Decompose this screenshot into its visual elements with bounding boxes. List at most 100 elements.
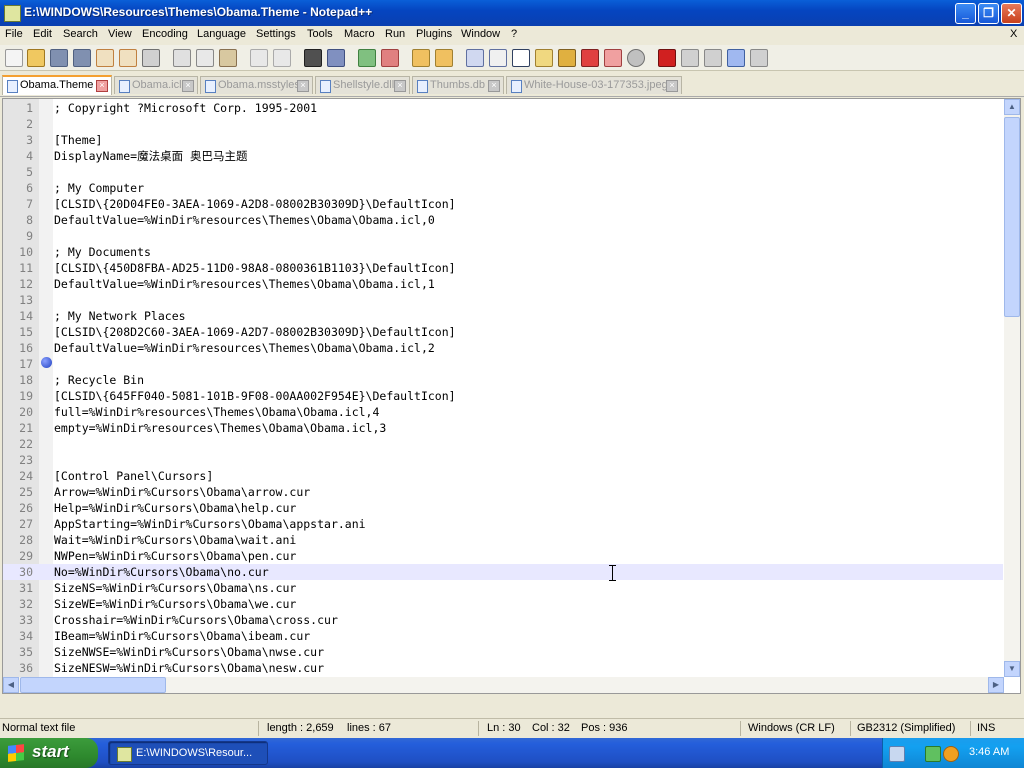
bookmark-icon[interactable]	[41, 357, 52, 368]
tab-obama-msstyles[interactable]: Obama.msstyles ×	[200, 76, 313, 94]
line-text[interactable]: DefaultValue=%WinDir%resources\Themes\Ob…	[54, 340, 435, 356]
line-text[interactable]: DisplayName=魔法桌面 奥巴马主题	[54, 148, 248, 164]
tab-close-icon[interactable]: ×	[182, 80, 194, 92]
new-file-icon[interactable]	[5, 49, 23, 67]
line-text[interactable]: ; My Computer	[54, 180, 144, 196]
editor-line[interactable]: 22	[3, 436, 1003, 452]
line-text[interactable]: [Control Panel\Cursors]	[54, 468, 213, 484]
tab-close-icon[interactable]: ×	[96, 80, 108, 92]
network-icon[interactable]	[925, 746, 941, 762]
horizontal-scroll-thumb[interactable]	[20, 677, 166, 693]
tab-obama-icl[interactable]: Obama.icl ×	[114, 76, 198, 94]
editor-line[interactable]: 10 ; My Documents	[3, 244, 1003, 260]
editor-line[interactable]: 11 [CLSID\{450D8FBA-AD25-11D0-98A8-080036…	[3, 260, 1003, 276]
save-icon[interactable]	[50, 49, 68, 67]
close-all-icon[interactable]	[119, 49, 137, 67]
scroll-left-button[interactable]: ◀	[3, 677, 19, 693]
editor-line[interactable]: 3 [Theme]	[3, 132, 1003, 148]
line-text[interactable]: DefaultValue=%WinDir%resources\Themes\Ob…	[54, 276, 435, 292]
sync-horizontal-icon[interactable]	[435, 49, 453, 67]
editor-lines[interactable]: 1 ; Copyright ?Microsoft Corp. 1995-2001 2…	[3, 100, 1003, 692]
line-text[interactable]: DefaultValue=%WinDir%resources\Themes\Ob…	[54, 212, 435, 228]
editor-line[interactable]: 7 [CLSID\{20D04FE0-3AEA-1069-A2D8-08002B3…	[3, 196, 1003, 212]
redo-icon[interactable]	[273, 49, 291, 67]
tab-close-icon[interactable]: ×	[488, 80, 500, 92]
editor-line[interactable]: 15 [CLSID\{208D2C60-3AEA-1069-A2D7-08002B…	[3, 324, 1003, 340]
menu-edit[interactable]: Edit	[33, 28, 52, 40]
keyboard-icon[interactable]	[889, 746, 905, 762]
editor-line[interactable]: 27 AppStarting=%WinDir%Cursors\Obama\apps…	[3, 516, 1003, 532]
open-file-icon[interactable]	[27, 49, 45, 67]
editor-line[interactable]: 8 DefaultValue=%WinDir%resources\Themes\O…	[3, 212, 1003, 228]
editor-line[interactable]: 14 ; My Network Places	[3, 308, 1003, 324]
language-xml-icon[interactable]	[558, 49, 576, 67]
editor-line[interactable]: 17	[3, 356, 1003, 372]
editor-line[interactable]: 36 SizeNESW=%WinDir%Cursors\Obama\nesw.cu…	[3, 660, 1003, 676]
editor-line[interactable]: 26 Help=%WinDir%Cursors\Obama\help.cur	[3, 500, 1003, 516]
editor-line[interactable]: 28 Wait=%WinDir%Cursors\Obama\wait.ani	[3, 532, 1003, 548]
status-encoding[interactable]: GB2312 (Simplified)	[857, 722, 955, 734]
editor-line[interactable]: 13	[3, 292, 1003, 308]
vertical-scrollbar[interactable]: ▲ ▼	[1004, 99, 1020, 677]
paste-icon[interactable]	[219, 49, 237, 67]
line-text[interactable]: ; Recycle Bin	[54, 372, 144, 388]
line-text[interactable]: Wait=%WinDir%Cursors\Obama\wait.ani	[54, 532, 296, 548]
line-text[interactable]: IBeam=%WinDir%Cursors\Obama\ibeam.cur	[54, 628, 310, 644]
sync-vertical-icon[interactable]	[412, 49, 430, 67]
menu-encoding[interactable]: Encoding	[142, 28, 188, 40]
line-text[interactable]: [CLSID\{208D2C60-3AEA-1069-A2D7-08002B30…	[54, 324, 456, 340]
line-text[interactable]: empty=%WinDir%resources\Themes\Obama\Oba…	[54, 420, 386, 436]
horizontal-scrollbar[interactable]: ◀ ▶	[3, 677, 1004, 693]
menu-search[interactable]: Search	[63, 28, 98, 40]
print-icon[interactable]	[142, 49, 160, 67]
line-text[interactable]: SizeNWSE=%WinDir%Cursors\Obama\nwse.cur	[54, 644, 324, 660]
editor-line[interactable]: 23	[3, 452, 1003, 468]
line-text[interactable]: ; My Network Places	[54, 308, 186, 324]
line-text[interactable]: full=%WinDir%resources\Themes\Obama\Obam…	[54, 404, 379, 420]
run-macro-multiple-icon[interactable]	[727, 49, 745, 67]
tab-close-icon[interactable]: ×	[666, 80, 678, 92]
line-text[interactable]: SizeNESW=%WinDir%Cursors\Obama\nesw.cur	[54, 660, 324, 676]
line-text[interactable]: ; Copyright ?Microsoft Corp. 1995-2001	[54, 100, 317, 116]
minimize-button[interactable]: _	[955, 3, 976, 24]
replace-icon[interactable]	[327, 49, 345, 67]
maximize-button[interactable]: ❐	[978, 3, 999, 24]
monitor-icon[interactable]	[627, 49, 645, 67]
zoom-in-icon[interactable]	[358, 49, 376, 67]
editor-line[interactable]: 33 Crosshair=%WinDir%Cursors\Obama\cross.…	[3, 612, 1003, 628]
line-text[interactable]: [CLSID\{450D8FBA-AD25-11D0-98A8-0800361B…	[54, 260, 456, 276]
text-editor[interactable]: 1 ; Copyright ?Microsoft Corp. 1995-2001 2…	[2, 98, 1021, 694]
editor-line[interactable]: 16 DefaultValue=%WinDir%resources\Themes\…	[3, 340, 1003, 356]
editor-line[interactable]: 34 IBeam=%WinDir%Cursors\Obama\ibeam.cur	[3, 628, 1003, 644]
folder-icon[interactable]	[535, 49, 553, 67]
save-macro-icon[interactable]	[750, 49, 768, 67]
editor-line[interactable]: 18 ; Recycle Bin	[3, 372, 1003, 388]
tab-white-house-jpeg[interactable]: White-House-03-177353.jpeg ×	[506, 76, 682, 94]
menu-settings[interactable]: Settings	[256, 28, 296, 40]
line-text[interactable]: AppStarting=%WinDir%Cursors\Obama\appsta…	[54, 516, 366, 532]
editor-line[interactable]: 32 SizeWE=%WinDir%Cursors\Obama\we.cur	[3, 596, 1003, 612]
scroll-down-button[interactable]: ▼	[1004, 661, 1020, 677]
status-insert-mode[interactable]: INS	[977, 722, 995, 734]
menu-plugins[interactable]: Plugins	[416, 28, 452, 40]
editor-line[interactable]: 2	[3, 116, 1003, 132]
editor-line[interactable]: 5	[3, 164, 1003, 180]
line-text[interactable]: Help=%WinDir%Cursors\Obama\help.cur	[54, 500, 296, 516]
indent-guide-icon[interactable]	[512, 49, 530, 67]
close-file-icon[interactable]	[96, 49, 114, 67]
play-macro-icon[interactable]	[704, 49, 722, 67]
scroll-up-button[interactable]: ▲	[1004, 99, 1020, 115]
copy-icon[interactable]	[196, 49, 214, 67]
menu-file[interactable]: File	[5, 28, 23, 40]
menu-view[interactable]: View	[108, 28, 132, 40]
editor-line[interactable]: 9	[3, 228, 1003, 244]
menu-window[interactable]: Window	[461, 28, 500, 40]
search-icon[interactable]	[943, 746, 959, 762]
close-document-x[interactable]: X	[1010, 28, 1017, 40]
start-button[interactable]: start	[0, 738, 98, 768]
line-text[interactable]: [CLSID\{20D04FE0-3AEA-1069-A2D8-08002B30…	[54, 196, 456, 212]
editor-line[interactable]: 25 Arrow=%WinDir%Cursors\Obama\arrow.cur	[3, 484, 1003, 500]
line-text[interactable]: Crosshair=%WinDir%Cursors\Obama\cross.cu…	[54, 612, 338, 628]
editor-line[interactable]: 21 empty=%WinDir%resources\Themes\Obama\O…	[3, 420, 1003, 436]
editor-line[interactable]: 12 DefaultValue=%WinDir%resources\Themes\…	[3, 276, 1003, 292]
